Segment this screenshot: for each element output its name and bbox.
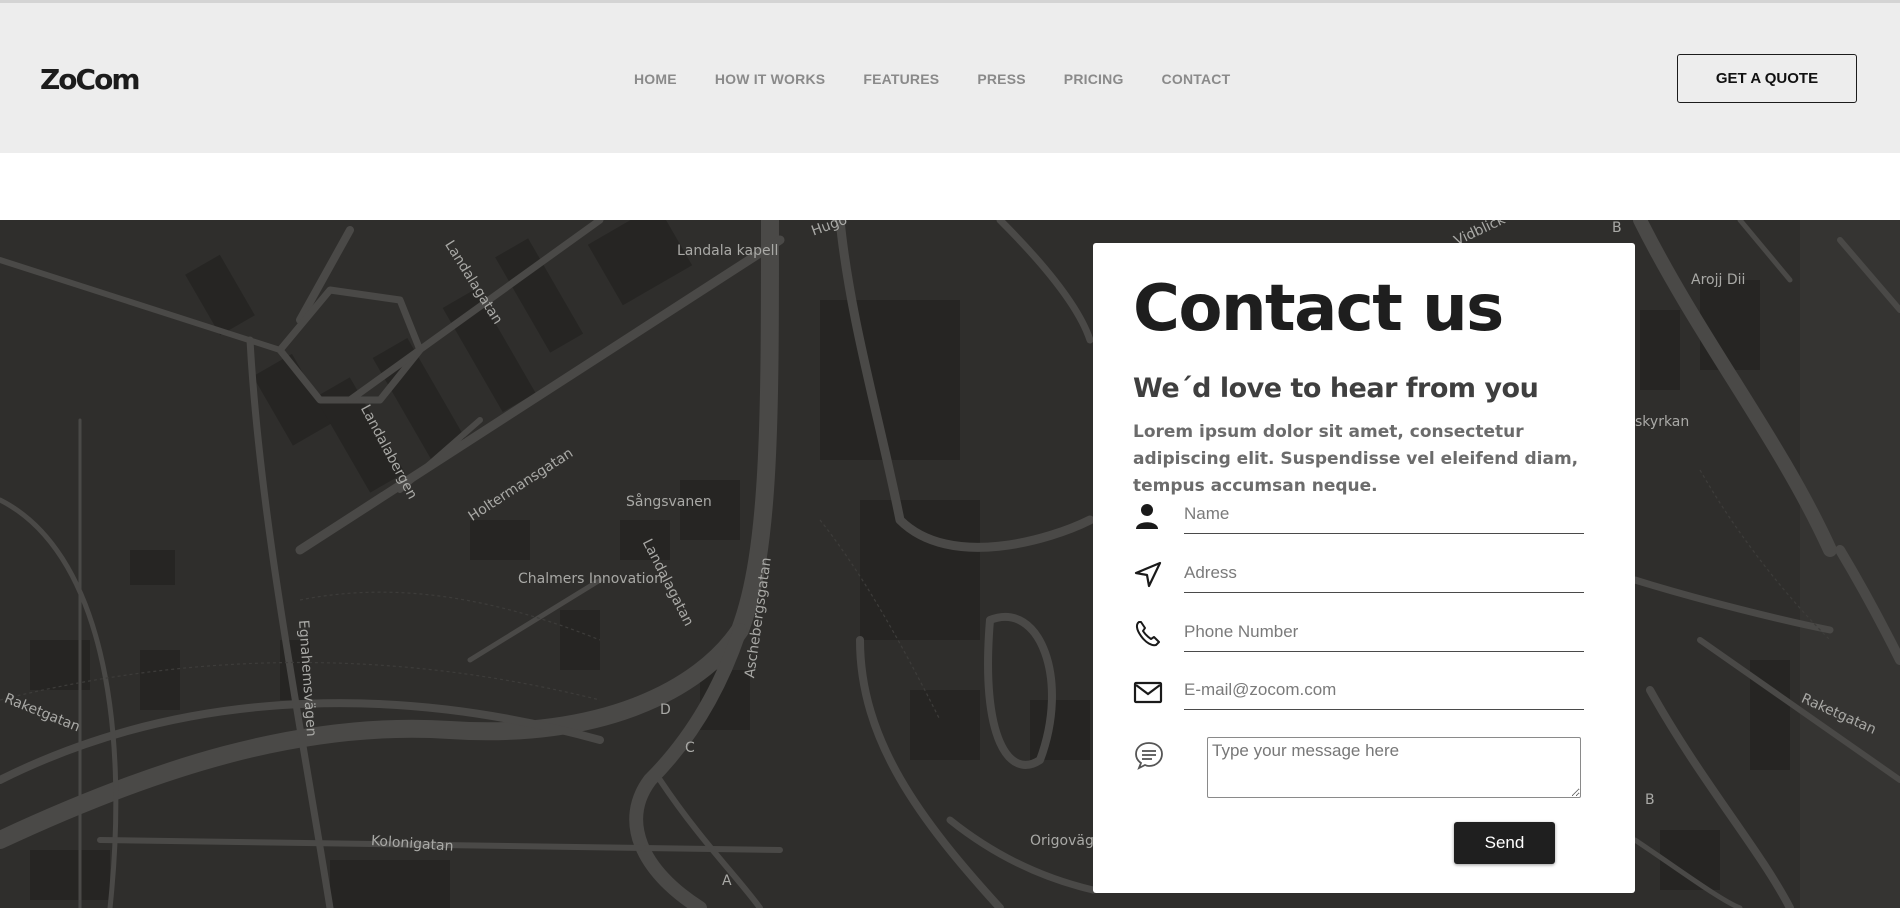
address-field: [1133, 554, 1593, 594]
map-label: Sångsvanen: [626, 494, 712, 510]
name-field: [1133, 495, 1593, 535]
email-field: [1133, 671, 1593, 711]
main-nav: HOME HOW IT WORKS FEATURES PRESS PRICING…: [634, 71, 1230, 87]
site-header: ZoCom HOME HOW IT WORKS FEATURES PRESS P…: [0, 3, 1900, 153]
location-arrow-icon: [1134, 561, 1162, 588]
nav-contact[interactable]: CONTACT: [1162, 71, 1231, 87]
address-input[interactable]: [1184, 554, 1584, 593]
contact-description: Lorem ipsum dolor sit amet, consectetur …: [1133, 422, 1579, 496]
map-label: B: [1612, 220, 1622, 236]
map-label: skyrkan: [1635, 414, 1690, 430]
contact-card: Contact us We´d love to hear from you Lo…: [1093, 243, 1635, 893]
person-icon: [1136, 504, 1158, 529]
map-label: C: [685, 740, 695, 756]
nav-how-it-works[interactable]: HOW IT WORKS: [715, 71, 826, 87]
zocom-logo[interactable]: ZoCom: [40, 63, 140, 96]
email-input[interactable]: [1184, 671, 1584, 710]
message-textarea[interactable]: [1207, 737, 1581, 798]
get-a-quote-button[interactable]: GET A QUOTE: [1677, 54, 1857, 103]
contact-title: Contact us: [1133, 272, 1504, 346]
map-label: Arojj Dii: [1691, 272, 1746, 288]
map-label: B: [1645, 792, 1655, 808]
phone-input[interactable]: [1184, 613, 1584, 652]
map-label: Chalmers Innovation: [518, 571, 663, 587]
phone-field: [1133, 613, 1593, 653]
send-button[interactable]: Send: [1454, 822, 1555, 864]
contact-subtitle: We´d love to hear from you: [1133, 373, 1539, 404]
chat-bubble-icon: [1135, 742, 1163, 770]
nav-features[interactable]: FEATURES: [863, 71, 939, 87]
map-label: Landala kapell: [677, 243, 779, 259]
nav-pricing[interactable]: PRICING: [1064, 71, 1124, 87]
map-label: D: [660, 702, 671, 718]
name-input[interactable]: [1184, 495, 1584, 534]
phone-icon: [1135, 621, 1160, 647]
nav-press[interactable]: PRESS: [977, 71, 1025, 87]
map-label: A: [722, 873, 732, 889]
nav-home[interactable]: HOME: [634, 71, 677, 87]
envelope-icon: [1133, 681, 1163, 704]
